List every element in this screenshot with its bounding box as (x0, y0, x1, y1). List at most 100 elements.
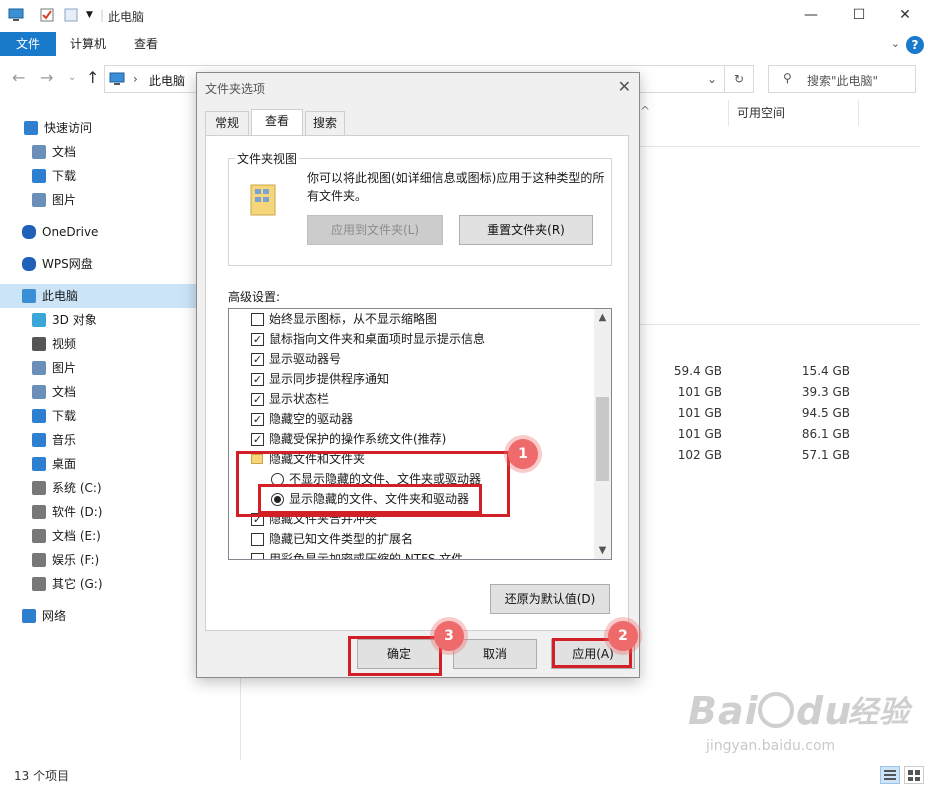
content-divider (640, 324, 920, 325)
drive-free-space: 94.5 GB (801, 406, 850, 420)
restore-defaults-button[interactable]: 还原为默认值(D) (490, 584, 610, 614)
sidebar-item[interactable]: 其它 (G:) (0, 572, 196, 596)
sidebar-item[interactable]: 视频 (0, 332, 196, 356)
tab-general[interactable]: 常规 (205, 111, 249, 135)
tab-view[interactable]: 查看 (134, 32, 158, 56)
download-icon (32, 169, 46, 183)
checkbox[interactable]: ✓ (251, 413, 264, 426)
scroll-down-icon[interactable]: ▼ (594, 542, 611, 559)
view-tab-panel: 文件夹视图 你可以将此视图(如详细信息或图标)应用于这种类型的所有文件夹。 应用… (205, 135, 629, 631)
sidebar-item-label: 视频 (52, 337, 77, 351)
folder-view-title: 文件夹视图 (235, 150, 300, 167)
sidebar-item[interactable]: 桌面 (0, 452, 196, 476)
column-separator (858, 100, 859, 126)
sidebar-item[interactable]: 3D 对象 (0, 308, 196, 332)
advanced-settings-list[interactable]: 用彩色显示加密或压缩的 NTFS 文件 隐藏已知文件类型的扩展名 ✓ 隐藏文件夹合并冲… (228, 308, 612, 560)
tab-view[interactable]: 查看 (251, 109, 303, 135)
step-badge-2: 2 (608, 621, 638, 651)
cloud-icon (22, 225, 36, 239)
navigation-pane: 快速访问 文档 下载 图片 OneDrive WPS网盘 此电脑 3D 对象 视频 图片 文档 下载音… (0, 110, 196, 630)
sort-arrow-icon: ^ (640, 104, 651, 118)
chevron-right-icon[interactable]: › (133, 72, 138, 86)
cloud-icon (22, 257, 36, 271)
sidebar-item[interactable]: 下载 (0, 164, 196, 188)
back-arrow-icon[interactable]: ← (12, 68, 25, 87)
apply-to-folders-button[interactable]: 应用到文件夹(L) (307, 215, 443, 245)
sidebar-item[interactable]: 快速访问 (0, 116, 196, 140)
scroll-up-icon[interactable]: ▲ (594, 309, 611, 326)
sidebar-item[interactable]: 图片 (0, 356, 196, 380)
computer-icon (22, 289, 36, 303)
address-path: 此电脑 (149, 74, 186, 88)
chevron-down-icon[interactable]: ⌄ (68, 72, 76, 83)
star-icon (24, 121, 38, 135)
baidu-watermark: Bai du 经验 (688, 686, 918, 745)
minimize-button[interactable]: — (788, 0, 834, 30)
large-icons-view-button[interactable] (904, 766, 924, 784)
advanced-settings-label: 高级设置: (228, 290, 281, 304)
checkbox[interactable]: ✓ (251, 433, 264, 446)
video-icon (32, 337, 46, 351)
sidebar-item-label: 图片 (52, 193, 77, 207)
sidebar-item[interactable]: 网络 (0, 604, 196, 628)
sidebar-item[interactable]: 软件 (D:) (0, 500, 196, 524)
sidebar-item[interactable]: WPS网盘 (0, 252, 196, 276)
sidebar-item[interactable]: OneDrive (0, 220, 196, 244)
checkbox[interactable]: ✓ (251, 353, 264, 366)
sidebar-item-label: 网络 (42, 609, 67, 623)
scrollbar[interactable]: ▲ ▼ (594, 309, 611, 559)
dialog-close-button[interactable]: ✕ (618, 77, 631, 96)
new-folder-icon[interactable] (64, 8, 78, 25)
content-divider (640, 146, 920, 147)
folder-options-dialog: 文件夹选项 ✕ 常规 查看 搜索 文件夹视图 你可以将此视图(如详细信息或图标)… (196, 72, 640, 678)
checkbox[interactable]: ✓ (251, 373, 264, 386)
sidebar-item[interactable]: 文档 (E:) (0, 524, 196, 548)
document-icon (32, 385, 46, 399)
sidebar-item[interactable]: 娱乐 (F:) (0, 548, 196, 572)
sidebar-item-label: 音乐 (52, 433, 77, 447)
tab-computer[interactable]: 计算机 (70, 32, 106, 56)
setting-label: 显示同步提供程序通知 (269, 372, 390, 386)
sidebar-item[interactable]: 系统 (C:) (0, 476, 196, 500)
highlight-box-show-hidden (258, 484, 482, 514)
tab-search[interactable]: 搜索 (305, 111, 345, 135)
forward-arrow-icon[interactable]: → (40, 68, 53, 87)
picture-icon (32, 193, 46, 207)
scrollbar-thumb[interactable] (596, 397, 609, 481)
setting-label: 用彩色显示加密或压缩的 NTFS 文件 (269, 552, 464, 560)
setting-label: 鼠标指向文件夹和桌面项时显示提示信息 (269, 332, 486, 346)
close-button[interactable]: ✕ (882, 0, 928, 30)
checkbox[interactable] (251, 553, 264, 559)
refresh-button[interactable]: ↻ (724, 65, 754, 93)
sidebar-item[interactable]: 文档 (0, 380, 196, 404)
chevron-down-icon[interactable]: ⌄ (707, 72, 717, 86)
up-arrow-icon[interactable]: ↑ (86, 68, 99, 87)
column-header-free-space[interactable]: 可用空间 (737, 104, 785, 121)
sidebar-item[interactable]: 图片 (0, 188, 196, 212)
checkbox[interactable]: ✓ (251, 333, 264, 346)
pane-divider (240, 678, 241, 760)
drive-icon (32, 505, 46, 519)
tab-file[interactable]: 文件 (0, 32, 56, 56)
sidebar-item[interactable]: 下载 (0, 404, 196, 428)
download-icon (32, 409, 46, 423)
maximize-button[interactable]: ☐ (836, 0, 882, 30)
chevron-down-icon[interactable]: ▼ (86, 10, 93, 20)
checkbox[interactable] (251, 313, 264, 326)
sidebar-item-label: 娱乐 (F:) (52, 553, 100, 567)
details-view-button[interactable] (880, 766, 900, 784)
sidebar-item[interactable]: 文档 (0, 140, 196, 164)
checkbox[interactable]: ✓ (251, 393, 264, 406)
sidebar-item[interactable]: 此电脑 (0, 284, 196, 308)
help-icon[interactable]: ? (906, 36, 924, 54)
setting-label: 显示驱动器号 (269, 352, 342, 366)
sidebar-item[interactable]: 音乐 (0, 428, 196, 452)
properties-icon[interactable] (40, 8, 54, 25)
sidebar-item-label: 系统 (C:) (52, 481, 102, 495)
reset-folders-button[interactable]: 重置文件夹(R) (459, 215, 593, 245)
search-input[interactable]: ⚲ 搜索"此电脑" (768, 65, 916, 93)
drive-icon (32, 577, 46, 591)
cancel-button[interactable]: 取消 (453, 639, 537, 669)
chevron-down-icon[interactable]: ⌄ (891, 37, 900, 50)
checkbox[interactable] (251, 533, 264, 546)
